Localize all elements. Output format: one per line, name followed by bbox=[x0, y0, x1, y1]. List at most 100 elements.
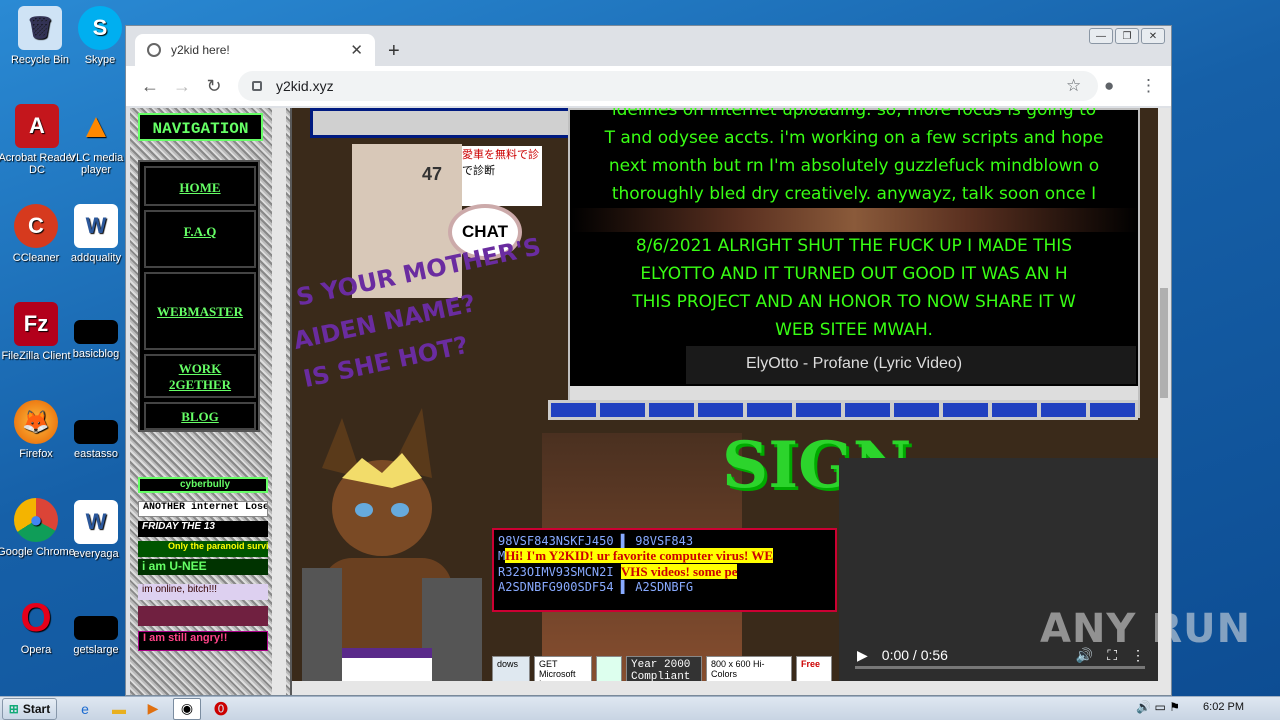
nav-link-work-together[interactable]: WORK 2GETHER bbox=[144, 354, 256, 398]
reload-icon[interactable]: ↻ bbox=[198, 76, 230, 97]
browser-toolbar: ← → ↻ y2kid.xyz ☆ ● ⋮ bbox=[126, 66, 1171, 106]
ad-japanese-text: 愛車を無料で診 bbox=[462, 149, 539, 161]
desktop-icon-addquality[interactable]: W addquality bbox=[66, 204, 126, 264]
chrome-icon: ● bbox=[14, 498, 58, 542]
para1-line1: ideiines on internet uploading. so, more… bbox=[611, 108, 1097, 120]
tab-strip: y2kid here! ✕ + — ❐ ✕ bbox=[126, 26, 1171, 66]
address-bar[interactable]: y2kid.xyz bbox=[238, 71, 1098, 101]
horizontal-scrollbar[interactable] bbox=[292, 681, 1158, 695]
tray-icons[interactable]: 🔊 ▭ ⚑ bbox=[1136, 700, 1180, 714]
para1-line2: T and odysee accts. i'm working on a few… bbox=[604, 128, 1104, 148]
marquee-row-1: 98VSF843NSKFJ450 ▌ 98VSF843 bbox=[498, 534, 694, 548]
taskbar-clock[interactable]: 6:02 PM bbox=[1203, 701, 1244, 713]
banner-still-angry[interactable]: I am still angry!! bbox=[138, 631, 268, 651]
word-doc-icon: W bbox=[74, 204, 118, 248]
menu-icon[interactable]: ⋮ bbox=[1140, 76, 1157, 96]
marquee-row-4: A2SDNBFG900SDF54 ▌ A2SDNBFG bbox=[498, 580, 694, 594]
banner-image[interactable] bbox=[138, 606, 268, 626]
video-player[interactable]: ▶ 0:00 / 0:56 🔊 ⛶ ⋮ bbox=[839, 458, 1159, 695]
embed-scrollbar[interactable] bbox=[570, 386, 1138, 400]
para1-line4: thoroughly bled dry creatively. anywayz,… bbox=[611, 184, 1097, 204]
banner-cyberbully[interactable]: cyberbully bbox=[138, 477, 268, 493]
windows-logo-icon: ⊞ bbox=[8, 701, 19, 716]
close-tab-icon[interactable]: ✕ bbox=[350, 41, 363, 59]
desktop-icon-vlc[interactable]: ▲ VLC media player bbox=[66, 104, 126, 177]
nav-frame: NAVIGATION HOME F.A.Q WEBMASTER WORK 2GE… bbox=[130, 108, 290, 695]
desktop-icon-getslarge[interactable]: getslarge bbox=[66, 616, 126, 656]
filezilla-icon: Fz bbox=[14, 302, 58, 346]
url-text: y2kid.xyz bbox=[276, 78, 334, 94]
close-window-icon[interactable]: ✕ bbox=[1141, 28, 1165, 44]
back-icon[interactable]: ← bbox=[134, 76, 166, 97]
desktop-icon-basicblog[interactable]: basicblog bbox=[66, 320, 126, 360]
nav-box: HOME F.A.Q WEBMASTER WORK 2GETHER BLOG bbox=[138, 160, 260, 432]
ad-japanese[interactable]: 愛車を無料で診 で診断 bbox=[462, 146, 542, 206]
recycle-bin-icon: 🗑 bbox=[18, 6, 62, 50]
page-viewport: NAVIGATION HOME F.A.Q WEBMASTER WORK 2GE… bbox=[130, 108, 1170, 695]
marquee-code-1: 98VSF843NSKFJ450 bbox=[498, 534, 614, 548]
desktop-icon-chrome[interactable]: ● Google Chrome bbox=[0, 498, 76, 558]
word-doc-icon: W bbox=[74, 500, 118, 544]
desktop-icon-eastasso[interactable]: eastasso bbox=[66, 420, 126, 460]
desktop-icon-opera[interactable]: O Opera bbox=[0, 595, 76, 657]
divider-image bbox=[570, 208, 1138, 232]
globe-icon bbox=[147, 43, 161, 57]
skype-icon: S bbox=[78, 6, 122, 50]
desktop-icon-recycle-bin[interactable]: 🗑 Recycle Bin bbox=[0, 6, 80, 66]
banner-online[interactable]: im online, bitch!!! bbox=[138, 584, 268, 600]
firefox-icon: 🦊 bbox=[14, 400, 58, 444]
window-controls: — ❐ ✕ bbox=[1089, 28, 1165, 44]
bookmark-star-icon[interactable]: ☆ bbox=[1066, 76, 1081, 96]
marquee-highlight-2: VHS videos! some pe bbox=[620, 564, 738, 579]
black-file-icon bbox=[74, 616, 118, 640]
nav-link-webmaster[interactable]: WEBMASTER bbox=[144, 272, 256, 350]
ie-taskbar-icon[interactable]: e bbox=[71, 698, 99, 720]
desktop-icon-skype[interactable]: S Skype bbox=[70, 6, 130, 66]
taskbar: ⊞ Start e ▬ ▶ ◉ ⓿ 🔊 ▭ ⚑ 6:02 PM bbox=[0, 696, 1280, 720]
black-file-icon bbox=[74, 420, 118, 444]
opera-icon: O bbox=[20, 595, 52, 640]
acrobat-icon: A bbox=[15, 104, 59, 148]
marquee-row-3: R323OIMV93SMCN2I VHS videos! some pe bbox=[498, 564, 831, 580]
blog-text-window: ideiines on internet uploading. so, more… bbox=[568, 108, 1140, 418]
loading-bar bbox=[548, 400, 1138, 420]
profile-icon[interactable]: ● bbox=[1104, 76, 1114, 96]
play-icon[interactable]: ▶ bbox=[857, 647, 868, 664]
banner-internet-loser[interactable]: ANOTHER internet Loser bbox=[138, 501, 268, 517]
desktop-icon-filezilla[interactable]: Fz FileZilla Client bbox=[0, 302, 76, 362]
nav-title: NAVIGATION bbox=[138, 113, 263, 141]
desktop-icon-firefox[interactable]: 🦊 Firefox bbox=[0, 400, 76, 460]
banner-friday-13[interactable]: FRIDAY THE 13 bbox=[138, 521, 268, 537]
chrome-taskbar-icon[interactable]: ◉ bbox=[173, 697, 201, 720]
ccleaner-icon: C bbox=[14, 204, 58, 248]
top-window-fragment bbox=[310, 108, 600, 138]
start-button[interactable]: ⊞ Start bbox=[2, 697, 57, 720]
chrome-window: y2kid here! ✕ + — ❐ ✕ ← → ↻ y2kid.xyz ☆ … bbox=[125, 25, 1172, 696]
page-scrollbar-thumb[interactable] bbox=[1160, 288, 1168, 398]
collage-number: 47 bbox=[422, 164, 443, 184]
nav-link-faq[interactable]: F.A.Q bbox=[144, 210, 256, 268]
para2-line3: THIS PROJECT AND AN HONOR TO NOW SHARE I… bbox=[632, 292, 1076, 312]
tab-title: y2kid here! bbox=[171, 43, 230, 57]
youtube-embed[interactable]: ElyOtto - Profane (Lyric Video) bbox=[686, 346, 1136, 384]
desktop-icon-ccleaner[interactable]: C CCleaner bbox=[0, 204, 76, 264]
explorer-taskbar-icon[interactable]: ▬ bbox=[105, 698, 133, 720]
opera-taskbar-icon[interactable]: ⓿ bbox=[207, 698, 235, 720]
marquee-code-1b: 98VSF843 bbox=[635, 534, 694, 548]
desktop-icon-everyaga[interactable]: W everyaga bbox=[66, 500, 126, 560]
new-tab-button[interactable]: + bbox=[388, 40, 400, 63]
tab-y2kid[interactable]: y2kid here! ✕ bbox=[135, 34, 375, 66]
nav-link-blog[interactable]: BLOG bbox=[144, 402, 256, 430]
banner-u-nee[interactable]: i am U-NEE bbox=[138, 559, 268, 575]
nav-link-home[interactable]: HOME bbox=[144, 166, 256, 206]
nav-scrollbar[interactable] bbox=[272, 108, 286, 695]
media-taskbar-icon[interactable]: ▶ bbox=[139, 698, 167, 720]
maximize-icon[interactable]: ❐ bbox=[1115, 28, 1139, 44]
para2-line1: 8/6/2021 ALRIGHT SHUT THE FUCK UP I MADE… bbox=[635, 236, 1073, 256]
ad-diag-text: で診断 bbox=[462, 165, 495, 177]
main-content: 47 愛車を無料で診 で診断 CHAT S YOUR MOTHER'S AIDE… bbox=[291, 108, 1159, 695]
para1-line3: next month but rn I'm absolutely guzzlef… bbox=[608, 156, 1100, 176]
banner-paranoid[interactable]: Only the paranoid surviv bbox=[138, 541, 268, 557]
forward-icon[interactable]: → bbox=[166, 76, 198, 97]
minimize-icon[interactable]: — bbox=[1089, 28, 1113, 44]
